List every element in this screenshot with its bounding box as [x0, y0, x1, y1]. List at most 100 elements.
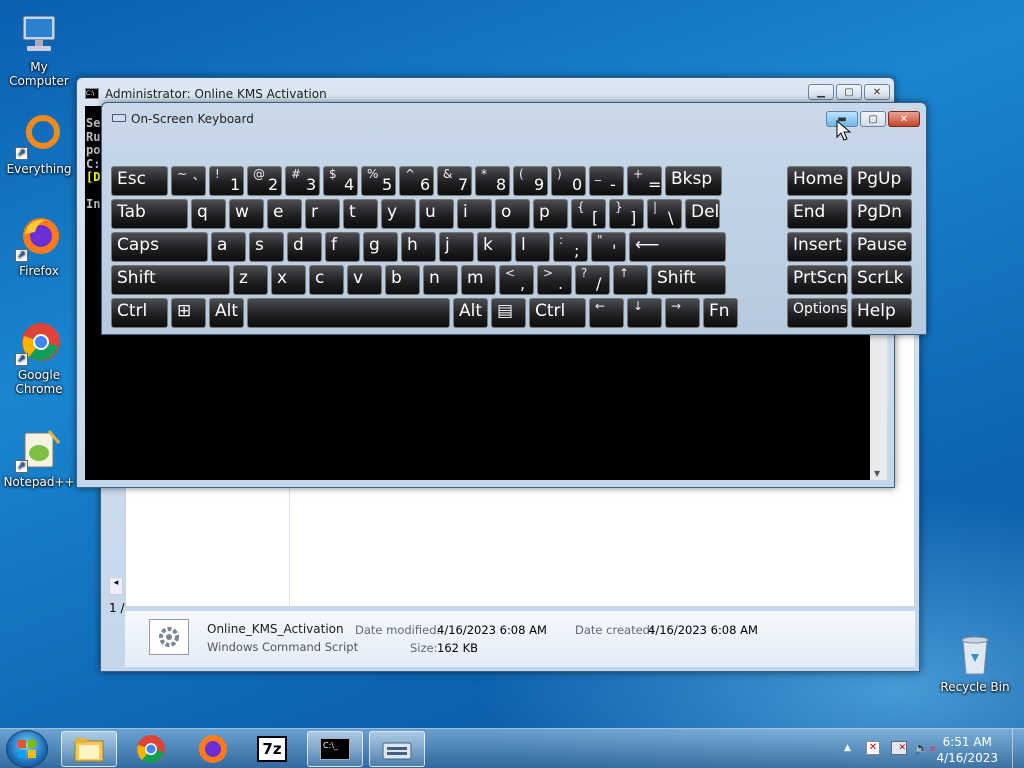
show-hidden-icons-button[interactable]: ▲ [844, 743, 851, 753]
key-alt[interactable]: Alt [209, 298, 244, 328]
key[interactable]: $4 [323, 166, 358, 196]
key[interactable]: ^ 6 [399, 166, 434, 196]
volume-icon[interactable]: 🔈✕ [914, 741, 937, 755]
key[interactable]: @2 [247, 166, 282, 196]
key[interactable]: {[ [571, 199, 606, 229]
taskbar-osk[interactable] [369, 731, 425, 767]
network-icon[interactable]: ✕ [891, 741, 907, 755]
key-n[interactable]: n [423, 265, 458, 295]
osk-maximize-button[interactable]: ▢ [860, 111, 886, 127]
desktop-icon-notepadpp[interactable]: ↗ Notepad++ [1, 425, 77, 489]
taskbar-cmd[interactable]: C:\_ [307, 731, 363, 767]
key-menu[interactable]: ▤ [491, 298, 526, 328]
key-bksp[interactable]: Bksp [665, 166, 722, 196]
key[interactable]: | \ [647, 199, 682, 229]
key-e[interactable]: e [267, 199, 302, 229]
key-help[interactable]: Help [851, 298, 912, 328]
key-pgdn[interactable]: PgDn [851, 199, 912, 229]
key-prtscn[interactable]: PrtScn [787, 265, 848, 295]
taskbar-explorer[interactable] [61, 731, 117, 767]
key-k[interactable]: k [477, 232, 512, 262]
explorer-scroll-left-button[interactable]: ◂ [109, 577, 123, 595]
key-enter[interactable]: ⟵ [629, 232, 726, 262]
key-f[interactable]: f [325, 232, 360, 262]
taskbar-firefox[interactable] [185, 731, 241, 767]
key-caps[interactable]: Caps [111, 232, 208, 262]
key[interactable]: ↑ [613, 265, 648, 295]
key[interactable]: ↓ [627, 298, 662, 328]
key[interactable]: & 7 [437, 166, 472, 196]
key[interactable]: >. [537, 265, 572, 295]
key-x[interactable]: x [271, 265, 306, 295]
key-i[interactable]: i [457, 199, 492, 229]
key-b[interactable]: b [385, 265, 420, 295]
key-fn[interactable]: Fn [703, 298, 738, 328]
key[interactable]: + = [627, 166, 662, 196]
key-alt[interactable]: Alt [453, 298, 488, 328]
taskbar-chrome[interactable] [123, 731, 179, 767]
key-esc[interactable]: Esc [111, 166, 168, 196]
key-u[interactable]: u [419, 199, 454, 229]
key-end[interactable]: End [787, 199, 848, 229]
cmd-minimize-button[interactable]: ▁ [808, 84, 834, 100]
key-v[interactable]: v [347, 265, 382, 295]
desktop-icon-my-computer[interactable]: My Computer [1, 10, 77, 88]
key-y[interactable]: y [381, 199, 416, 229]
key-t[interactable]: t [343, 199, 378, 229]
key[interactable]: <, [499, 265, 534, 295]
key[interactable]: * 8 [475, 166, 510, 196]
key-space[interactable] [247, 298, 450, 328]
key-z[interactable]: z [233, 265, 268, 295]
key[interactable]: ) 0 [551, 166, 586, 196]
desktop-icon-chrome[interactable]: ↗ Google Chrome [1, 318, 77, 396]
key-windows[interactable]: ⊞ [171, 298, 206, 328]
cmd-close-button[interactable]: ✕ [864, 84, 890, 100]
key-shift[interactable]: Shift [651, 265, 726, 295]
key[interactable]: }] [609, 199, 644, 229]
key[interactable]: ~ ` [171, 166, 206, 196]
start-button[interactable] [6, 730, 48, 768]
scroll-down-arrow-icon[interactable]: ▼ [874, 469, 880, 478]
key-r[interactable]: r [305, 199, 340, 229]
key-p[interactable]: p [533, 199, 568, 229]
key-m[interactable]: m [461, 265, 496, 295]
taskbar-7zip[interactable]: 7z [244, 731, 300, 767]
key-pgup[interactable]: PgUp [851, 166, 912, 196]
key[interactable]: (9 [513, 166, 548, 196]
key-scrlk[interactable]: ScrLk [851, 265, 912, 295]
key-pause[interactable]: Pause [851, 232, 912, 262]
action-center-icon[interactable]: ✕ [866, 741, 880, 755]
clock[interactable]: 6:51 AM 4/16/2023 [936, 734, 998, 766]
key-w[interactable]: w [229, 199, 264, 229]
osk-close-button[interactable]: ✕ [888, 111, 920, 127]
desktop-icon-firefox[interactable]: ↗ Firefox [1, 214, 77, 278]
key[interactable]: " ' [591, 232, 626, 262]
key[interactable]: ← [589, 298, 624, 328]
desktop-icon-everything[interactable]: ↗ Everything [1, 112, 77, 176]
key-a[interactable]: a [211, 232, 246, 262]
key-g[interactable]: g [363, 232, 398, 262]
key-c[interactable]: c [309, 265, 344, 295]
key-s[interactable]: s [249, 232, 284, 262]
key[interactable]: % 5 [361, 166, 396, 196]
osk-title-bar[interactable]: On-Screen Keyboard ▬ ▢ ✕ [102, 103, 926, 131]
cmd-maximize-button[interactable]: ▢ [836, 84, 862, 100]
key-h[interactable]: h [401, 232, 436, 262]
key-o[interactable]: o [495, 199, 530, 229]
key[interactable]: :; [553, 232, 588, 262]
key-tab[interactable]: Tab [111, 199, 188, 229]
key-ctrl[interactable]: Ctrl [529, 298, 586, 328]
key-j[interactable]: j [439, 232, 474, 262]
desktop-icon-recycle-bin[interactable]: Recycle Bin [937, 630, 1013, 694]
key-del[interactable]: Del [685, 199, 720, 229]
key-l[interactable]: l [515, 232, 550, 262]
key-insert[interactable]: Insert [787, 232, 848, 262]
key-shift[interactable]: Shift [111, 265, 230, 295]
key-home[interactable]: Home [787, 166, 848, 196]
key[interactable]: #3 [285, 166, 320, 196]
key[interactable]: ? / [575, 265, 610, 295]
key[interactable]: → [665, 298, 700, 328]
key-ctrl[interactable]: Ctrl [111, 298, 168, 328]
key-options[interactable]: Options [787, 298, 848, 328]
show-desktop-button[interactable] [1012, 729, 1024, 768]
